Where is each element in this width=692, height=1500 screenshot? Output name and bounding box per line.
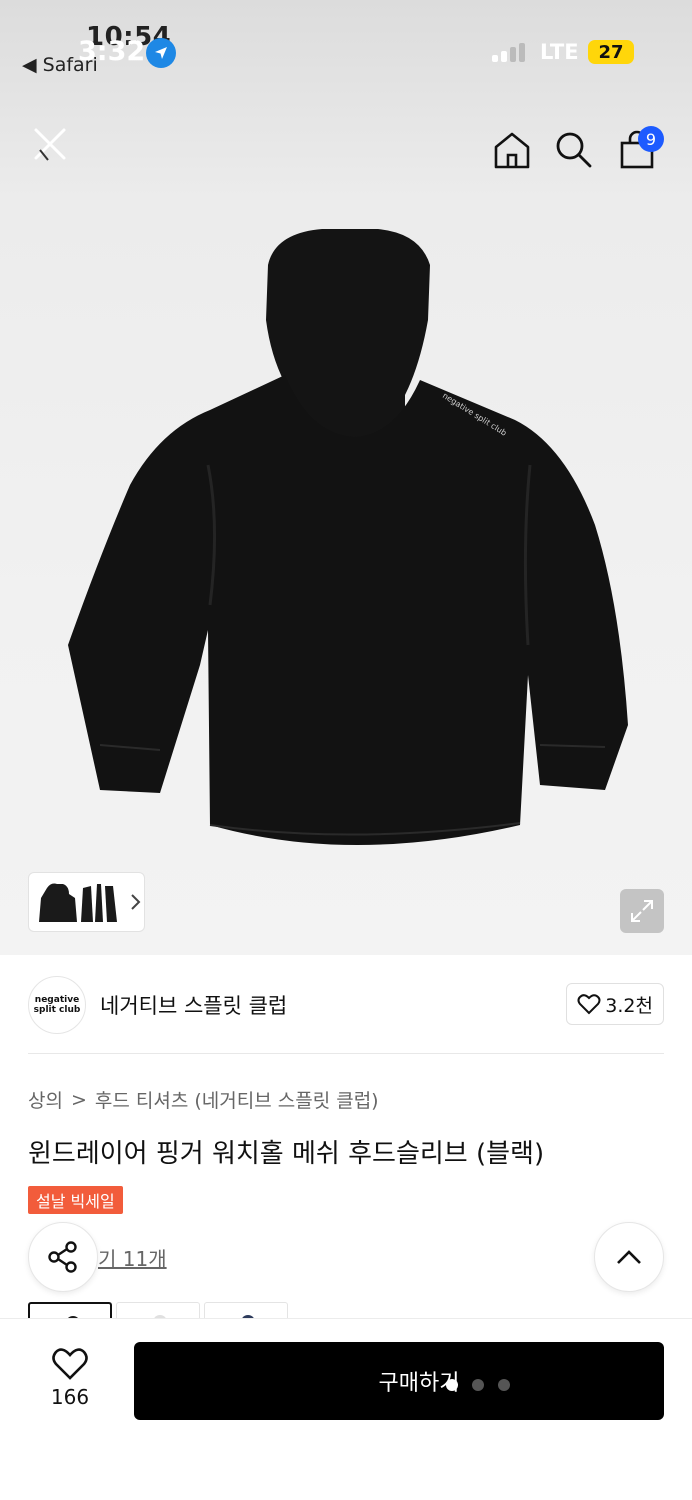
location-arrow-icon <box>146 38 176 68</box>
home-icon <box>494 132 530 169</box>
buy-button[interactable]: 구매하기 <box>134 1342 664 1420</box>
network-type: LTE <box>540 40 579 64</box>
review-count-link[interactable]: 기 11개 <box>98 1243 167 1272</box>
wishlist-count: 166 <box>50 1385 90 1409</box>
breadcrumb-category[interactable]: 상의 <box>28 1086 63 1113</box>
signal-strength-icon <box>492 42 528 62</box>
product-image[interactable]: negative split club <box>60 225 635 860</box>
search-button[interactable] <box>548 124 600 176</box>
brand-row: negative split club 네거티브 스플릿 클럽 3.2천 <box>28 976 664 1034</box>
search-icon <box>556 132 592 168</box>
brand-logo-line2: split club <box>33 1005 81 1015</box>
brand-logo-line1: negative <box>34 995 80 1005</box>
status-bar: 10:54 3:32 ◀ Safari LTE 27 <box>0 0 692 100</box>
breadcrumb: 상의 > 후드 티셔츠 (네거티브 스플릿 클럽) <box>28 1086 379 1113</box>
back-to-safari-link[interactable]: ◀ Safari <box>22 54 98 76</box>
fullscreen-button[interactable] <box>620 889 664 933</box>
brand-like-count: 3.2천 <box>605 994 653 1017</box>
share-button[interactable] <box>28 1222 98 1292</box>
loading-dots <box>446 1379 510 1391</box>
image-thumbnail-strip[interactable] <box>28 872 145 932</box>
brand-name-link[interactable]: 네거티브 스플릿 클럽 <box>100 990 287 1020</box>
cart-count-badge: 9 <box>638 126 664 152</box>
product-title: 윈드레이어 핑거 워치홀 메쉬 후드슬리브 (블랙) <box>28 1139 545 1169</box>
chevron-up-icon <box>617 1250 641 1264</box>
close-button[interactable] <box>24 118 76 170</box>
brand-logo[interactable]: negative split club <box>28 976 86 1034</box>
top-navigation: 9 <box>0 110 692 190</box>
product-hero: 10:54 3:32 ◀ Safari LTE 27 9 negative sp… <box>0 0 692 955</box>
sale-badge: 설날 빅세일 <box>28 1186 123 1214</box>
wishlist-button[interactable]: 166 <box>28 1347 112 1427</box>
brand-like-button[interactable]: 3.2천 <box>566 983 664 1025</box>
heart-icon <box>577 994 601 1015</box>
breadcrumb-subcategory[interactable]: 후드 티셔츠 (네거티브 스플릿 클럽) <box>95 1086 379 1113</box>
close-icon <box>34 128 66 161</box>
cart-button[interactable]: 9 <box>612 124 664 176</box>
chevron-right-icon <box>131 894 141 910</box>
thumbnail-images <box>39 883 117 922</box>
share-icon <box>48 1241 77 1273</box>
bottom-action-bar: 166 구매하기 <box>0 1318 692 1500</box>
expand-icon <box>631 900 653 922</box>
home-button[interactable] <box>486 124 538 176</box>
breadcrumb-separator: > <box>70 1088 87 1111</box>
divider <box>28 1053 664 1054</box>
heart-icon <box>52 1348 88 1380</box>
battery-level: 27 <box>598 41 624 63</box>
battery-icon: 27 <box>588 40 634 64</box>
scroll-to-top-button[interactable] <box>594 1222 664 1292</box>
